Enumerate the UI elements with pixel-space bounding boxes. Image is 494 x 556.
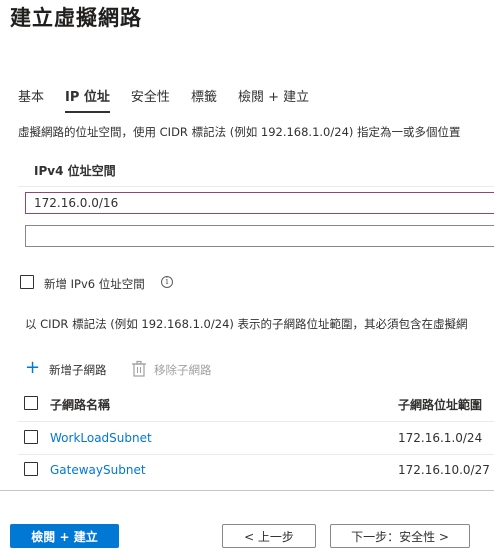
table-divider <box>18 421 494 422</box>
remove-subnet-button: 移除子網路 <box>154 363 212 377</box>
plus-icon[interactable]: + <box>25 359 40 377</box>
ipv4-address-space-label: IPv4 位址空間 <box>34 164 116 178</box>
tab-security[interactable]: 安全性 <box>131 86 170 111</box>
subnet-row-checkbox[interactable] <box>24 430 38 444</box>
subnet-range-value: 172.16.10.0/27 <box>398 463 490 477</box>
create-vnet-page: 建立虛擬網路 基本 IP 位址 安全性 標籤 檢閱 + 建立 虛擬網路的位址空間，使用 … <box>0 0 494 556</box>
ipv4-address-input-1[interactable] <box>25 192 494 214</box>
subnet-row-checkbox[interactable] <box>24 462 38 476</box>
subnet-range-value: 172.16.1.0/24 <box>398 431 483 445</box>
ipv6-checkbox[interactable] <box>20 275 34 289</box>
tab-bar: 基本 IP 位址 安全性 標籤 檢閱 + 建立 <box>18 86 330 113</box>
ipv4-address-input-2[interactable] <box>25 225 494 247</box>
tab-tags[interactable]: 標籤 <box>191 86 217 111</box>
footer-divider <box>0 490 494 491</box>
subnet-description: 以 CIDR 標記法 (例如 192.168.1.0/24) 表示的子網路位址範… <box>25 317 468 331</box>
subnet-name-link[interactable]: GatewaySubnet <box>50 463 146 477</box>
previous-button[interactable]: < 上一步 <box>222 524 316 548</box>
table-divider <box>18 454 494 455</box>
tab-ip-addresses[interactable]: IP 位址 <box>65 86 110 113</box>
subnet-name-link[interactable]: WorkLoadSubnet <box>50 431 152 445</box>
info-icon[interactable]: i <box>161 276 173 288</box>
address-space-description: 虛擬網路的位址空間，使用 CIDR 標記法 (例如 192.168.1.0/24… <box>18 125 461 139</box>
select-all-checkbox[interactable] <box>24 396 38 410</box>
trash-icon <box>132 360 146 377</box>
tab-review-create[interactable]: 檢閱 + 建立 <box>238 86 309 111</box>
ipv6-checkbox-label: 新增 IPv6 位址空間 <box>44 277 145 291</box>
divider <box>18 186 494 187</box>
tab-basics[interactable]: 基本 <box>18 86 44 111</box>
review-create-button[interactable]: 檢閱 + 建立 <box>10 524 119 548</box>
column-header-subnet-range[interactable]: 子網路位址範圍 <box>398 396 482 413</box>
page-title: 建立虛擬網路 <box>10 6 142 30</box>
add-subnet-button[interactable]: 新增子網路 <box>49 362 107 378</box>
next-security-button[interactable]: 下一步：安全性 > <box>330 524 470 548</box>
column-header-subnet-name[interactable]: 子網路名稱 <box>50 396 110 413</box>
